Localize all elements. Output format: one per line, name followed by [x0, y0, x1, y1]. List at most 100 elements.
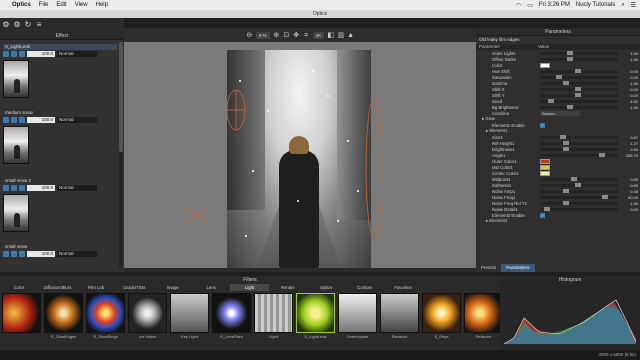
split-icon[interactable]: ▥ [337, 32, 344, 39]
canvas-area[interactable] [124, 42, 476, 268]
filter-category-tab[interactable]: Film Lab [77, 284, 115, 291]
slider-knob[interactable] [563, 147, 570, 151]
color-swatch[interactable] [540, 158, 550, 164]
layer-thumbnail[interactable] [3, 194, 29, 232]
parameter-row[interactable]: Mid Color1 [476, 164, 640, 170]
parameter-row[interactable]: Scale Lights 1.00 [476, 50, 640, 56]
slider-knob[interactable] [602, 195, 609, 199]
slider-knob[interactable] [559, 135, 566, 139]
color-swatch[interactable] [540, 62, 550, 68]
filter-thumbnail[interactable] [170, 293, 209, 333]
compare-icon[interactable]: ◧ [327, 32, 334, 39]
zoom-in-icon[interactable]: ⊕ [273, 32, 280, 39]
parameter-row[interactable]: Noise Freq Rel Y1 1.00 [476, 200, 640, 206]
parameter-slider[interactable] [540, 69, 618, 73]
parameter-number[interactable]: 265.70 [626, 153, 638, 158]
filter-item[interactable]: Light [254, 293, 293, 339]
layer-visibility-icon[interactable] [3, 51, 9, 57]
layer-visibility-icon[interactable] [3, 251, 9, 257]
slider-knob[interactable] [567, 51, 574, 55]
effect-layer[interactable]: small snow 2 100.0 Normal [3, 178, 117, 232]
parameter-row[interactable]: Noise Freq1 90.00 [476, 194, 640, 200]
slider-knob[interactable] [575, 69, 582, 73]
effect-layer[interactable]: S_LightLeak 100.0 Normal [3, 44, 117, 98]
wifi-icon[interactable]: ◠ [516, 2, 521, 9]
layer-lock-icon[interactable] [19, 185, 25, 191]
filter-category-tab[interactable]: Light [230, 284, 269, 291]
parameter-number[interactable]: 0.94 [630, 147, 638, 152]
filter-category-tab[interactable]: Stylize [307, 284, 345, 291]
canvas-hscrollbar[interactable] [124, 268, 476, 272]
parameter-slider[interactable] [540, 195, 618, 199]
slider-knob[interactable] [543, 207, 550, 211]
parameter-row[interactable]: Softness1 0.60 [476, 182, 640, 188]
parameter-slider[interactable] [540, 87, 618, 91]
parameter-slider[interactable] [540, 105, 618, 109]
slider-knob[interactable] [567, 57, 574, 61]
filter-thumbnail[interactable] [338, 293, 377, 333]
menu-app-name[interactable]: Optics [12, 2, 31, 8]
parameter-row[interactable]: Gamma 1.00 [476, 80, 640, 86]
parameter-slider[interactable] [540, 141, 618, 145]
filter-item[interactable]: S_Rays [422, 293, 461, 339]
layer-opacity-field[interactable]: 100.0 [27, 51, 55, 57]
parameter-number[interactable]: 0.00 [630, 69, 638, 74]
layer-lock-icon[interactable] [19, 117, 25, 123]
slider-knob[interactable] [563, 141, 570, 145]
menubar-clock[interactable]: Fri 3:26 PM [539, 2, 570, 8]
parameter-row[interactable]: Color [476, 62, 640, 68]
parameter-number[interactable]: 90.00 [628, 195, 638, 200]
resolution-select[interactable]: 2K [312, 31, 325, 39]
parameter-slider[interactable] [540, 183, 618, 187]
layer-blend-select[interactable]: Normal [57, 185, 97, 191]
parameter-row[interactable]: Bg Brightness 1.00 [476, 104, 640, 110]
color-swatch[interactable] [540, 170, 550, 176]
parameter-number[interactable]: 4.62 [630, 99, 638, 104]
parameter-slider[interactable] [540, 93, 618, 97]
filter-item[interactable]: S_LensFlare [212, 293, 251, 339]
parameter-row[interactable]: Shift Y 0.00 [476, 92, 640, 98]
parameter-row[interactable]: Angle1 265.70 [476, 152, 640, 158]
parameter-slider[interactable] [540, 51, 618, 55]
filter-item[interactable]: S_GlowRings [86, 293, 125, 339]
menu-edit[interactable]: Edit [56, 2, 66, 8]
layer-lock-icon[interactable] [19, 251, 25, 257]
enable-checkbox[interactable]: ✓ [540, 212, 545, 218]
zoom-level-field[interactable]: 9 % [255, 31, 270, 39]
histogram-toggle-icon[interactable]: ▲ [347, 32, 354, 39]
filter-category-tab[interactable]: Image [154, 284, 192, 291]
slider-knob[interactable] [563, 201, 570, 205]
parameter-row[interactable]: Noise Detail1 0.00 [476, 206, 640, 212]
menubar-user[interactable]: Nucly Tutorials [576, 2, 615, 8]
parameter-row[interactable]: Center Color1 [476, 170, 640, 176]
layer-blend-select[interactable]: Normal [57, 51, 97, 57]
filter-item[interactable]: S_GlowEdges [44, 293, 83, 339]
parameter-number[interactable]: 0.00 [630, 87, 638, 92]
slider-knob[interactable] [575, 87, 582, 91]
filter-thumbnail[interactable] [254, 293, 293, 333]
effect-scrollbar[interactable] [119, 42, 123, 268]
menu-view[interactable]: View [75, 2, 88, 8]
refresh-icon[interactable]: ↻ [24, 21, 32, 29]
filter-thumbnail[interactable] [86, 293, 125, 333]
parameter-slider[interactable] [540, 75, 618, 79]
parameter-number[interactable]: 1.00 [630, 105, 638, 110]
layer-blend-select[interactable]: Normal [57, 251, 97, 257]
filter-category-tab[interactable]: Grads/Tints [115, 284, 153, 291]
right-gizmo[interactable] [365, 97, 383, 239]
search-icon[interactable]: ⌕ [621, 2, 624, 9]
left-gizmo[interactable] [183, 89, 246, 223]
settings-icon[interactable]: ⚙ [2, 21, 10, 29]
menu-file[interactable]: File [39, 2, 49, 8]
filter-thumbnail[interactable] [128, 293, 167, 333]
filter-thumbnail[interactable] [380, 293, 419, 333]
layer-visibility-icon[interactable] [3, 117, 9, 123]
parameter-number[interactable]: 0.00 [630, 93, 638, 98]
parameter-number[interactable]: 1.00 [630, 81, 638, 86]
parameter-number[interactable]: 0.00 [630, 207, 638, 212]
slider-knob[interactable] [563, 81, 570, 85]
parameter-number[interactable]: 1.00 [630, 51, 638, 56]
parameter-row[interactable]: ▸ Element1 [476, 128, 640, 134]
effect-layer[interactable]: medium snow 100.0 Normal [3, 110, 117, 164]
tab-parameters[interactable]: Parameters [501, 264, 535, 272]
